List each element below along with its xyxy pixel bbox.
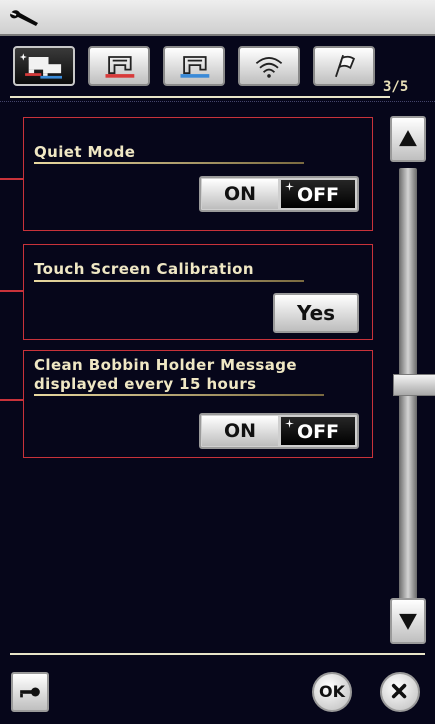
arrow-up-icon (399, 130, 417, 147)
tab-embroidery-settings[interactable] (163, 46, 225, 86)
setting-title-line2: displayed every 15 hours (34, 375, 257, 393)
embroidery-settings-icon (180, 56, 210, 78)
close-button[interactable] (380, 672, 420, 712)
title-bar (0, 0, 435, 36)
setting-touch-screen-calibration: Touch Screen Calibration Yes (23, 244, 373, 340)
bobbin-message-on-button[interactable]: ON (202, 416, 278, 446)
tab-sewing-settings[interactable] (88, 46, 150, 86)
setting-quiet-mode: Quiet Mode ON OFF (23, 117, 373, 231)
selected-sparkle-icon (285, 182, 294, 191)
calibration-yes-button[interactable]: Yes (273, 293, 359, 333)
tab-machine-settings[interactable] (13, 46, 75, 86)
settings-screen: 3/5 Quiet Mode ON OFF Touch Screen Calib… (0, 0, 435, 724)
off-label: OFF (296, 184, 340, 206)
arrow-down-icon (399, 613, 417, 630)
title-underline (34, 394, 324, 396)
page-indicator: 3/5 (383, 79, 409, 95)
key-button[interactable] (11, 672, 49, 712)
wireless-icon (255, 57, 283, 78)
bobbin-message-toggle: ON OFF (199, 413, 359, 449)
selected-sparkle-icon (285, 419, 294, 428)
bobbin-message-off-button[interactable]: OFF (280, 416, 356, 446)
flag-icon (335, 54, 356, 78)
sewing-settings-icon (105, 56, 135, 78)
scrollbar[interactable] (390, 116, 435, 654)
title-underline (34, 162, 304, 164)
quiet-mode-on-button[interactable]: ON (202, 179, 278, 209)
callout-line (0, 290, 24, 292)
settings-tab-bar (13, 44, 435, 92)
setting-title: Touch Screen Calibration (34, 260, 254, 278)
wrench-icon (10, 10, 38, 26)
scroll-thumb[interactable] (393, 374, 435, 396)
callout-line (0, 178, 24, 180)
close-icon (391, 683, 407, 699)
tab-wireless[interactable] (238, 46, 300, 86)
setting-clean-bobbin-message: Clean Bobbin Holder Message displayed ev… (23, 350, 373, 458)
off-label: OFF (296, 421, 340, 443)
setting-title-line1: Clean Bobbin Holder Message (34, 356, 297, 374)
scroll-up-button[interactable] (390, 116, 426, 162)
scroll-track[interactable] (393, 168, 435, 602)
quiet-mode-off-button[interactable]: OFF (280, 179, 356, 209)
setting-title: Quiet Mode (34, 143, 136, 161)
footer-divider (10, 653, 425, 655)
key-icon (20, 687, 40, 698)
title-underline (34, 280, 304, 282)
tab-divider (10, 96, 390, 98)
machine-settings-icon (19, 53, 62, 79)
ok-button[interactable]: OK (312, 672, 352, 712)
quiet-mode-toggle: ON OFF (199, 176, 359, 212)
dotted-separator (0, 101, 435, 102)
callout-line (0, 399, 24, 401)
scroll-down-button[interactable] (390, 598, 426, 644)
tab-flag[interactable] (313, 46, 375, 86)
